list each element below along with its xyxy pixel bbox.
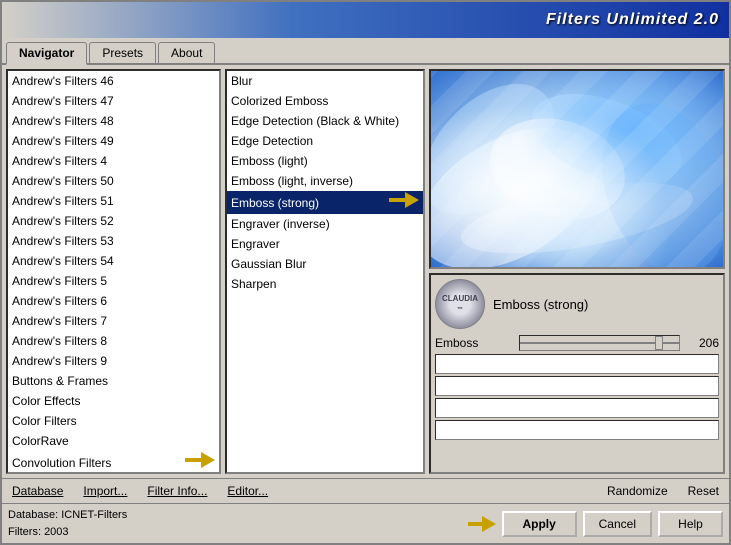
preview-canvas [429,69,725,269]
apply-button[interactable]: Apply [502,511,577,537]
apply-arrow-icon [468,511,496,537]
list-item[interactable]: Andrew's Filters 54 [8,251,219,271]
list-item[interactable]: Andrew's Filters 47 [8,91,219,111]
empty-param-row [435,376,719,396]
filter-item[interactable]: Sharpen [227,274,423,294]
empty-param-row [435,354,719,374]
list-item[interactable]: Andrew's Filters 52 [8,211,219,231]
filter-list-panel: Blur Colorized Emboss Edge Detection (Bl… [225,69,425,474]
filter-logo: CLAUDIA™ [435,279,485,329]
main-window: Filters Unlimited 2.0 Navigator Presets … [0,0,731,545]
list-item[interactable]: Convolution Filters [8,451,219,472]
list-item[interactable]: ColorRave [8,431,219,451]
list-item[interactable]: Andrew's Filters 49 [8,131,219,151]
right-panel: CLAUDIA™ Emboss (strong) Emboss 206 [429,69,725,474]
filter-item[interactable]: Edge Detection (Black & White) [227,111,423,131]
tab-about[interactable]: About [158,42,215,63]
list-item[interactable]: Andrew's Filters 50 [8,171,219,191]
list-item[interactable]: Color Effects [8,391,219,411]
filter-name-row: CLAUDIA™ Emboss (strong) [435,279,719,329]
param-value: 206 [684,336,719,350]
editor-button[interactable]: Editor... [223,482,272,500]
param-label: Emboss [435,336,515,350]
empty-param-row [435,420,719,440]
convolution-filters-arrow-icon [185,452,215,472]
category-list-panel: Andrew's Filters 46 Andrew's Filters 47 … [6,69,221,474]
database-info: Database: ICNET-Filters [8,507,127,524]
list-item[interactable]: Andrew's Filters 46 [8,71,219,91]
filter-list[interactable]: Blur Colorized Emboss Edge Detection (Bl… [227,71,423,472]
category-list[interactable]: Andrew's Filters 46 Andrew's Filters 47 … [8,71,219,472]
import-button[interactable]: Import... [79,482,131,500]
reset-button[interactable]: Reset [684,482,723,500]
help-button[interactable]: Help [658,511,723,537]
tab-presets[interactable]: Presets [89,42,156,63]
cancel-button[interactable]: Cancel [583,511,652,537]
selected-filter-name: Emboss (strong) [493,297,719,312]
status-info: Database: ICNET-Filters Filters: 2003 [8,507,127,540]
filters-value: 2003 [44,526,68,538]
list-item[interactable]: Andrew's Filters 8 [8,331,219,351]
filter-info-panel: CLAUDIA™ Emboss (strong) Emboss 206 [429,273,725,474]
filter-item[interactable]: Emboss (light, inverse) [227,171,423,191]
filter-item[interactable]: Blur [227,71,423,91]
list-item[interactable]: Andrew's Filters 51 [8,191,219,211]
list-item[interactable]: Andrew's Filters 6 [8,291,219,311]
bottom-toolbar: Database Import... Filter Info... Editor… [2,478,729,503]
filters-label: Filters: [8,526,41,538]
param-row: Emboss 206 [435,335,719,351]
filter-item[interactable]: Edge Detection [227,131,423,151]
list-item[interactable]: Andrew's Filters 48 [8,111,219,131]
tab-navigator[interactable]: Navigator [6,42,87,65]
preview-svg [431,71,723,267]
list-item[interactable]: Andrew's Filters 9 [8,351,219,371]
list-item[interactable]: Andrew's Filters 53 [8,231,219,251]
list-item[interactable]: Buttons & Frames [8,371,219,391]
list-item[interactable]: Andrew's Filters 5 [8,271,219,291]
database-label: Database: [8,509,58,521]
filter-item-selected[interactable]: Emboss (strong) [227,191,423,214]
param-slider[interactable] [519,335,680,351]
tab-bar: Navigator Presets About [2,38,729,65]
filter-item[interactable]: Gaussian Blur [227,254,423,274]
emboss-strong-arrow-icon [389,192,419,213]
list-item[interactable]: Andrew's Filters 7 [8,311,219,331]
list-item[interactable]: Color Filters [8,411,219,431]
filters-info: Filters: 2003 [8,524,127,541]
filter-item[interactable]: Emboss (light) [227,151,423,171]
title-bar: Filters Unlimited 2.0 [2,2,729,38]
filter-item[interactable]: Engraver [227,234,423,254]
list-item[interactable]: Andrew's Filters 4 [8,151,219,171]
action-buttons: Apply Cancel Help [468,511,723,537]
empty-param-row [435,398,719,418]
app-title: Filters Unlimited 2.0 [546,11,719,29]
filter-info-button[interactable]: Filter Info... [143,482,211,500]
database-value: ICNET-Filters [61,509,127,521]
randomize-button[interactable]: Randomize [603,482,672,500]
status-bar: Database: ICNET-Filters Filters: 2003 Ap… [2,503,729,543]
filter-item[interactable]: Colorized Emboss [227,91,423,111]
database-button[interactable]: Database [8,482,67,500]
slider-thumb[interactable] [655,336,663,350]
filter-item[interactable]: Engraver (inverse) [227,214,423,234]
main-content: Andrew's Filters 46 Andrew's Filters 47 … [2,65,729,478]
